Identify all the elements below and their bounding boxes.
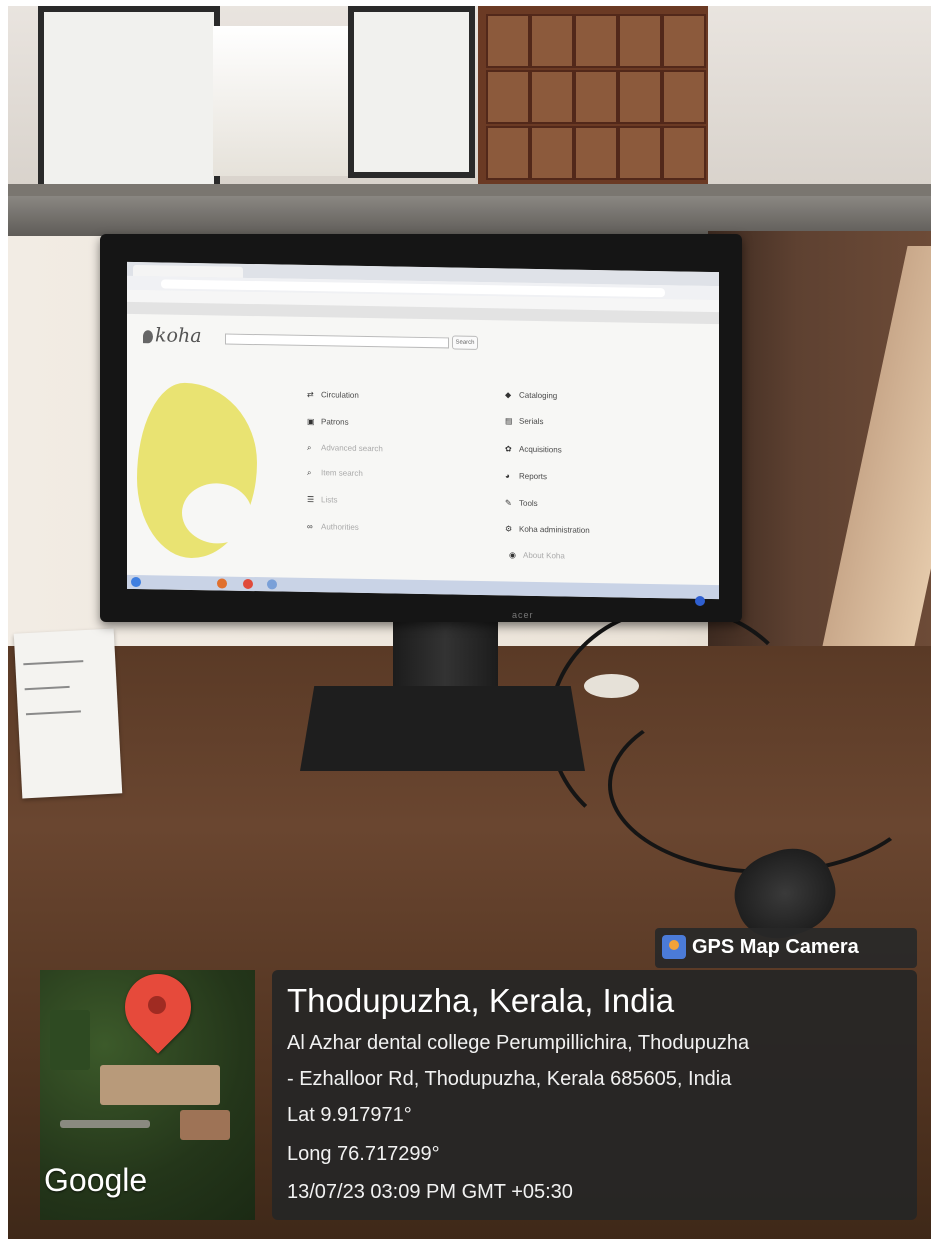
map-trees [50,1010,90,1070]
search-button: Search [452,335,478,350]
menu-tools: ✎ Tools [505,498,538,509]
search-icon: ⌕ [307,442,312,453]
search-icon: ⌕ [307,467,312,478]
longitude: Long 76.717299° [287,1143,440,1165]
window [38,6,220,193]
menu-authorities: ∞ Authorities [307,521,359,532]
app-icon [267,579,277,590]
corridor [213,26,363,176]
map-road [60,1120,150,1128]
menu-cataloging: ◆ Cataloging [505,390,558,401]
gps-map-camera-icon [662,935,686,959]
list-icon: ☰ [307,494,315,505]
wrench-icon: ✎ [505,498,512,508]
menu-lists: ☰ Lists [307,494,338,505]
koha-logo-text: koha [155,324,202,348]
firefox-icon [217,578,227,589]
map-pin-dot [148,996,166,1014]
windows-taskbar [127,574,719,600]
power-led [695,596,705,606]
gps-app-label: GPS Map Camera [692,936,859,958]
newspaper-icon: ▤ [505,416,513,426]
menu-about-koha: ◉ About Koha [509,550,565,561]
window [348,6,475,178]
menu-koha-administration: ⚙ Koha administration [505,524,590,535]
gears-icon: ⚙ [505,524,513,534]
monitor-stand-base [300,686,585,771]
menu-advanced-search: ⌕ Advanced search [307,442,383,454]
paper-sheet [13,628,123,799]
cable [608,696,926,874]
start-icon [131,576,141,588]
latitude: Lat 9.917971° [287,1104,412,1126]
map-buildings [180,1110,230,1140]
map-buildings [100,1065,220,1105]
datetime: 13/07/23 03:09 PM GMT +05:30 [287,1181,573,1203]
tag-icon: ◆ [505,390,512,400]
id-card-icon: ▣ [307,416,315,427]
koha-leaf-icon: ◉ [509,550,516,560]
pie-chart-icon: ◕ [505,471,510,481]
menu-serials: ▤ Serials [505,416,544,427]
koha-leaf-icon [143,329,153,343]
location-place: Thodupuzha, Kerala, India [287,982,675,1019]
menu-acquisitions: ✿ Acquisitions [505,444,562,455]
monitor-brand: acer [512,610,534,620]
transfer-icon: ⇄ [307,389,314,400]
catalog-search-input [225,333,449,349]
monitor-screen: koha Search ⇄ Circulation ▣ Patrons ⌕ Advan… [127,261,719,600]
address-line-2: - Ezhalloor Rd, Thodupuzha, Kerala 68560… [287,1068,732,1090]
chrome-icon [243,578,253,590]
menu-patrons: ▣ Patrons [307,416,349,427]
menu-circulation: ⇄ Circulation [307,389,359,400]
menu-item-search: ⌕ Item search [307,467,363,478]
link-icon: ∞ [307,521,313,532]
koha-logo: koha [143,324,202,347]
elephant-graphic-cutout [182,482,252,545]
gift-icon: ✿ [505,444,512,454]
menu-reports: ◕ Reports [505,471,548,482]
address-line-1: Al Azhar dental college Perumpillichira,… [287,1032,750,1054]
pigeonhole-shelf [478,6,708,191]
google-attribution: Google [44,1162,148,1198]
monitor: koha Search ⇄ Circulation ▣ Patrons ⌕ Advan… [100,234,742,622]
